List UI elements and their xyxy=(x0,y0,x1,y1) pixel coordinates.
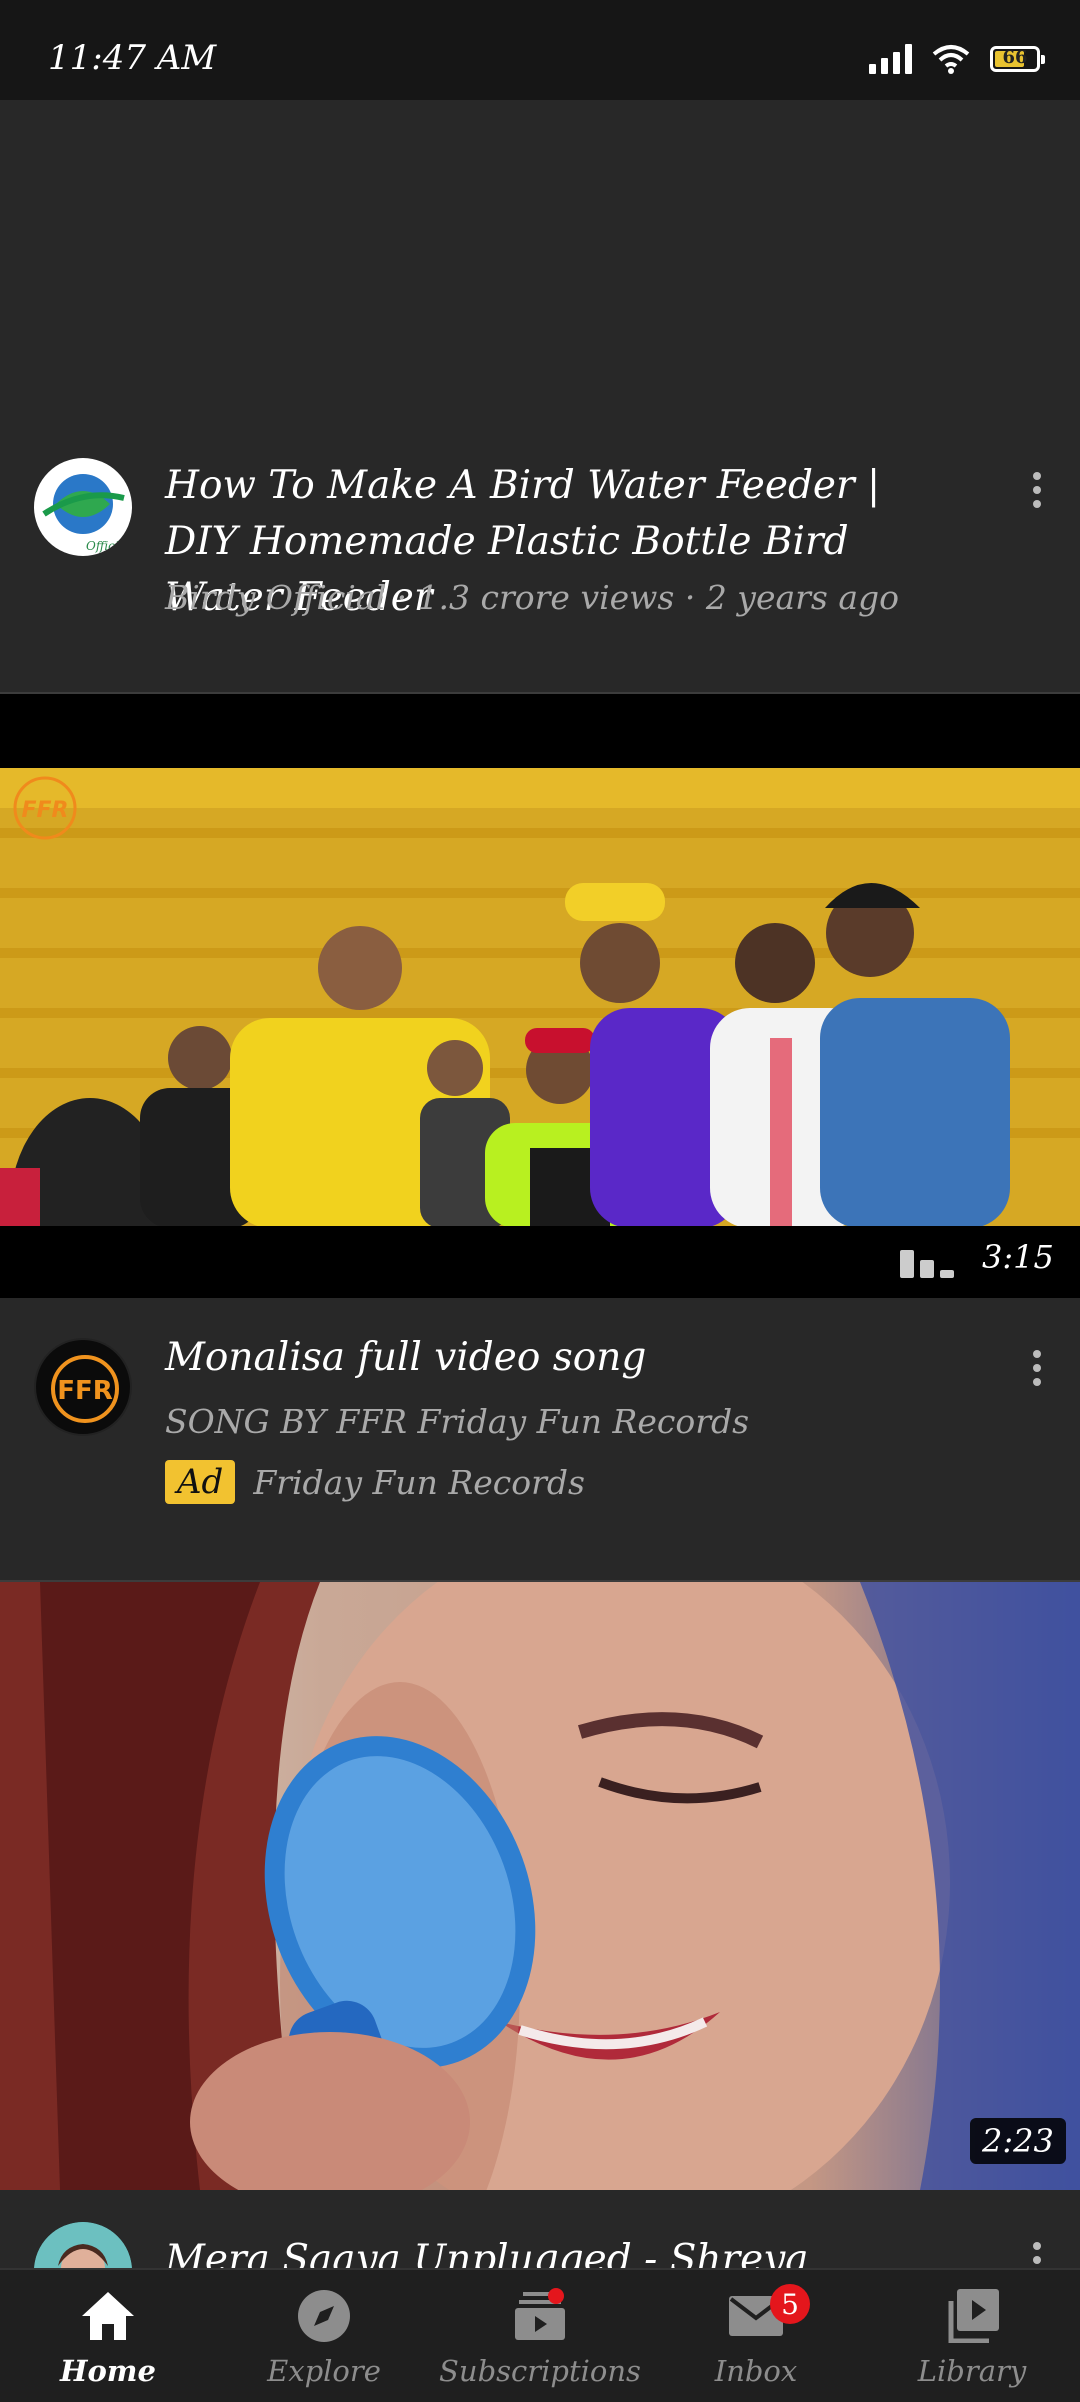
battery-icon: 66 xyxy=(990,46,1045,72)
video-title[interactable]: Monalisa full video song xyxy=(165,1330,960,1386)
advertiser-name: Friday Fun Records xyxy=(253,1462,585,1502)
nav-home[interactable]: Home xyxy=(0,2270,216,2402)
bottom-navigation: Home Explore Subscriptions 5 Inbox Libra… xyxy=(0,2268,1080,2402)
globe-logo-icon: Official xyxy=(42,474,130,553)
video-thumbnail-monalisa[interactable]: FFR 3:15 xyxy=(0,694,1080,1298)
video-item-bird-feeder[interactable]: Official How To Make A Bird Water Feeder… xyxy=(0,430,1080,692)
channel-avatar[interactable]: FFR xyxy=(34,1338,132,1436)
equalizer-icon xyxy=(900,1250,954,1278)
more-options-icon[interactable] xyxy=(1022,2230,1052,2268)
status-bar: 11:47 AM 66 xyxy=(0,0,1080,100)
new-content-dot xyxy=(548,2288,564,2304)
clock: 11:47 AM xyxy=(48,38,217,78)
video-title[interactable]: Mera Saaya Unplugged - Shreya Ghoshal Li… xyxy=(165,2232,960,2268)
nav-subscriptions[interactable]: Subscriptions xyxy=(432,2270,648,2402)
video-meta: Birdy Official · 1.3 crore views · 2 yea… xyxy=(165,578,900,617)
avatar-photo-icon xyxy=(34,2222,132,2268)
nav-label: Subscriptions xyxy=(439,2354,641,2388)
nav-label: Home xyxy=(60,2354,156,2388)
video-duration: 2:23 xyxy=(970,2118,1066,2164)
nav-label: Explore xyxy=(267,2354,381,2388)
ffr-logo-icon: FFR xyxy=(51,1355,119,1423)
channel-avatar[interactable]: Official xyxy=(34,458,132,556)
nav-library[interactable]: Library xyxy=(864,2270,1080,2402)
home-icon xyxy=(76,2284,140,2348)
status-icons: 66 xyxy=(869,44,1045,74)
svg-text:FFR: FFR xyxy=(22,798,69,823)
subscriptions-icon xyxy=(508,2284,572,2348)
video-duration: 3:15 xyxy=(982,1238,1054,1276)
loading-thumbnail-area xyxy=(0,100,1080,430)
channel-avatar[interactable] xyxy=(34,2222,132,2268)
svg-text:Official: Official xyxy=(86,539,130,553)
thumbnail-image: FFR xyxy=(0,768,1080,1226)
video-thumbnail-mera-saaya[interactable]: 2:23 xyxy=(0,1582,1080,2190)
mail-icon: 5 xyxy=(724,2284,810,2348)
more-options-icon[interactable] xyxy=(1022,1338,1052,1398)
thumbnail-image xyxy=(0,1582,1080,2190)
nav-label: Library xyxy=(917,2354,1027,2388)
compass-icon xyxy=(292,2284,356,2348)
library-icon xyxy=(940,2284,1004,2348)
more-options-icon[interactable] xyxy=(1022,460,1052,520)
channel-line: SONG BY FFR Friday Fun Records xyxy=(165,1402,750,1441)
nav-inbox[interactable]: 5 Inbox xyxy=(648,2270,864,2402)
ad-badge: Ad xyxy=(165,1460,236,1504)
ad-row: Ad Friday Fun Records xyxy=(165,1460,960,1504)
nav-label: Inbox xyxy=(714,2354,798,2388)
wifi-icon xyxy=(932,45,970,74)
video-item-monalisa[interactable]: FFR Monalisa full video song SONG BY FFR… xyxy=(0,1298,1080,1580)
battery-level: 66 xyxy=(1002,47,1028,68)
signal-icon xyxy=(869,44,912,74)
video-item-mera-saaya[interactable]: Mera Saaya Unplugged - Shreya Ghoshal Li… xyxy=(0,2190,1080,2268)
inbox-badge: 5 xyxy=(770,2284,810,2324)
nav-explore[interactable]: Explore xyxy=(216,2270,432,2402)
svg-text:FFR: FFR xyxy=(57,1376,113,1406)
